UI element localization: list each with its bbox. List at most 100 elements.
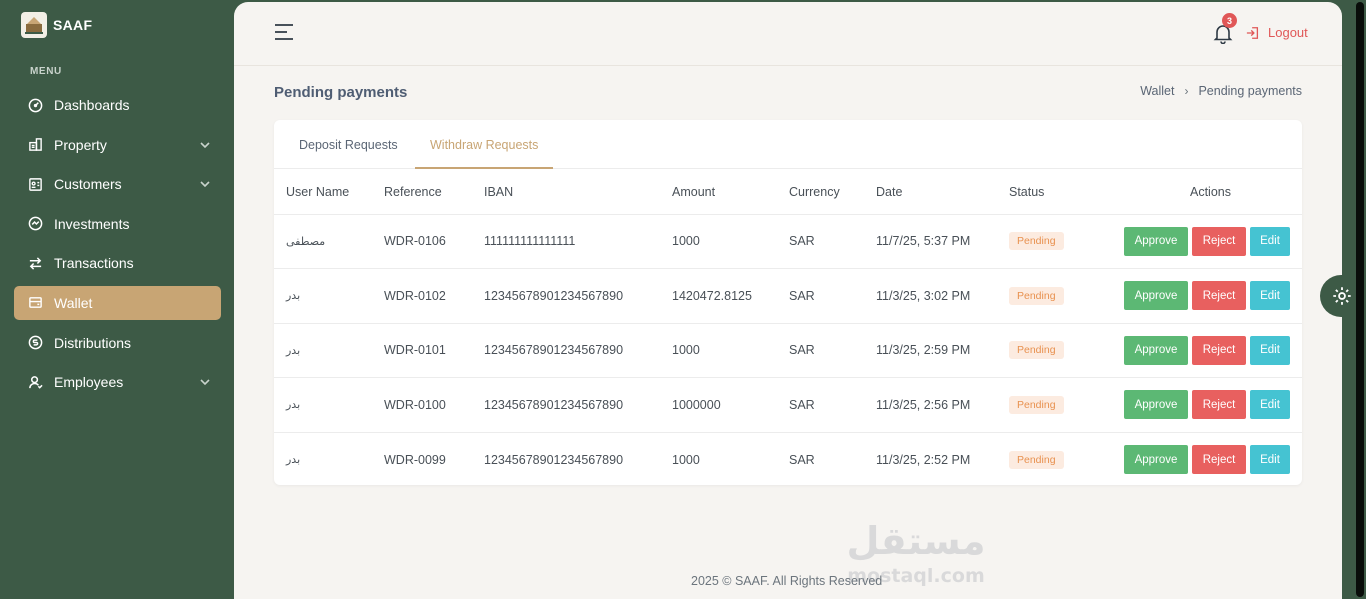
requests-card: Deposit Requests Withdraw Requests User …: [274, 120, 1302, 485]
cell-currency: SAR: [789, 268, 876, 324]
sidebar-item-label: Transactions: [54, 255, 134, 272]
table-row: بدر WDR-0100 12345678901234567890 100000…: [274, 377, 1302, 433]
scrollbar[interactable]: [1353, 0, 1366, 599]
gear-icon: [1333, 287, 1351, 305]
distributions-icon: [27, 335, 43, 351]
table-row: بدر WDR-0099 12345678901234567890 1000 S…: [274, 432, 1302, 487]
chevron-down-icon: [200, 142, 210, 148]
sidebar-item-customers[interactable]: Customers: [14, 167, 221, 201]
sidebar-item-transactions[interactable]: Transactions: [14, 246, 221, 280]
column-header-actions: Actions: [1119, 170, 1302, 215]
status-badge: Pending: [1009, 341, 1064, 360]
cell-date: 11/3/25, 2:59 PM: [876, 323, 1009, 378]
cell-actions: Approve Reject Edit: [1119, 323, 1302, 378]
cell-amount: 1000: [672, 452, 700, 467]
status-badge: Pending: [1009, 286, 1064, 305]
sidebar-item-label: Employees: [54, 374, 124, 391]
chevron-down-icon: [200, 379, 210, 386]
reject-button[interactable]: Reject: [1192, 226, 1246, 256]
cell-user-name: بدر: [274, 377, 384, 433]
sidebar-item-label: Investments: [54, 215, 130, 232]
column-header-iban[interactable]: IBAN: [484, 170, 672, 215]
page-title: Pending payments: [274, 84, 408, 101]
edit-button[interactable]: Edit: [1250, 445, 1290, 474]
cell-status: Pending: [1009, 214, 1119, 269]
column-header-user-name[interactable]: User Name: [274, 170, 384, 215]
column-header-currency[interactable]: Currency: [789, 170, 876, 215]
tab-withdraw-requests[interactable]: Withdraw Requests: [415, 114, 554, 169]
sidebar-item-label: Customers: [54, 176, 122, 193]
cell-iban: 12345678901234567890: [484, 452, 624, 467]
sidebar-item-dashboards[interactable]: Dashboards: [14, 88, 221, 122]
column-header-reference[interactable]: Reference: [384, 170, 484, 215]
sidebar-item-distributions[interactable]: Distributions: [14, 326, 221, 360]
cell-amount: 1000000: [672, 377, 789, 433]
approve-button[interactable]: Approve: [1124, 335, 1188, 365]
scrollbar-thumb[interactable]: [1356, 2, 1364, 597]
cell-date: 11/3/25, 2:52 PM: [876, 452, 971, 467]
reject-button[interactable]: Reject: [1192, 335, 1246, 365]
cell-status: Pending: [1009, 432, 1119, 487]
cell-reference: WDR-0100: [384, 377, 484, 433]
logout-icon: [1246, 26, 1259, 39]
approve-button[interactable]: Approve: [1124, 281, 1188, 311]
approve-button[interactable]: Approve: [1124, 226, 1188, 256]
notification-count-badge: 3: [1222, 13, 1237, 28]
logout-label: Logout: [1268, 25, 1308, 40]
column-header-status[interactable]: Status: [1009, 170, 1119, 215]
customers-icon: [27, 176, 43, 192]
table-row: بدر WDR-0101 12345678901234567890 1000 S…: [274, 323, 1302, 378]
tab-deposit-requests[interactable]: Deposit Requests: [284, 114, 413, 163]
cell-actions: Approve Reject Edit: [1119, 214, 1302, 269]
edit-button[interactable]: Edit: [1250, 335, 1290, 365]
cell-iban: 12345678901234567890: [484, 268, 672, 324]
employees-icon: [27, 374, 43, 390]
cell-currency: SAR: [789, 323, 876, 378]
sidebar-item-wallet[interactable]: Wallet: [14, 285, 221, 320]
edit-button[interactable]: Edit: [1250, 281, 1290, 311]
cell-user-name: مصطفى: [274, 214, 384, 269]
cell-actions: Approve Reject Edit: [1119, 268, 1302, 324]
edit-button[interactable]: Edit: [1250, 390, 1290, 420]
status-badge: Pending: [1009, 232, 1064, 251]
reject-button[interactable]: Reject: [1192, 390, 1246, 420]
edit-button[interactable]: Edit: [1250, 226, 1290, 256]
cell-currency: SAR: [789, 452, 815, 467]
topbar: 3 Logout: [234, 2, 1342, 66]
hamburger-menu-icon[interactable]: [274, 23, 294, 41]
column-header-date[interactable]: Date: [876, 170, 1009, 215]
breadcrumb-item-wallet[interactable]: Wallet: [1140, 84, 1174, 98]
approve-button[interactable]: Approve: [1124, 445, 1188, 474]
sidebar-item-label: Wallet: [54, 294, 93, 311]
sidebar-item-employees[interactable]: Employees: [14, 365, 221, 399]
sidebar-item-label: Dashboards: [54, 97, 130, 113]
wallet-icon: [27, 295, 43, 311]
cell-date: 11/3/25, 2:56 PM: [876, 377, 1009, 433]
sidebar-item-property[interactable]: Property: [14, 128, 221, 162]
reject-button[interactable]: Reject: [1192, 281, 1246, 311]
column-header-amount[interactable]: Amount: [672, 170, 789, 215]
cell-user-name: بدر: [286, 453, 301, 466]
reject-button[interactable]: Reject: [1192, 445, 1246, 474]
cell-status: Pending: [1009, 323, 1119, 378]
sidebar: SAAF MENU Dashboards Property Customers: [0, 0, 234, 599]
approve-button[interactable]: Approve: [1124, 390, 1188, 420]
cell-status: Pending: [1009, 268, 1119, 324]
cell-user-name: بدر: [274, 323, 384, 378]
sidebar-nav: Dashboards Property Customers Investment…: [14, 88, 221, 405]
brand[interactable]: SAAF: [21, 12, 92, 38]
logout-button[interactable]: Logout: [1246, 25, 1308, 40]
cell-reference: WDR-0106: [384, 214, 484, 269]
breadcrumb: Wallet › Pending payments: [1140, 84, 1302, 98]
status-badge: Pending: [1009, 450, 1064, 469]
dashboard-icon: [27, 97, 43, 113]
investments-icon: [27, 216, 43, 232]
cell-reference: WDR-0102: [384, 268, 484, 324]
chevron-down-icon: [200, 181, 210, 188]
cell-actions: Approve Reject Edit: [1119, 377, 1302, 433]
cell-currency: SAR: [789, 377, 876, 433]
withdraw-requests-table: User Name Reference IBAN Amount Currency…: [274, 170, 1302, 487]
sidebar-item-investments[interactable]: Investments: [14, 207, 221, 241]
table-header-row: User Name Reference IBAN Amount Currency…: [274, 170, 1302, 215]
brand-name: SAAF: [53, 17, 93, 33]
